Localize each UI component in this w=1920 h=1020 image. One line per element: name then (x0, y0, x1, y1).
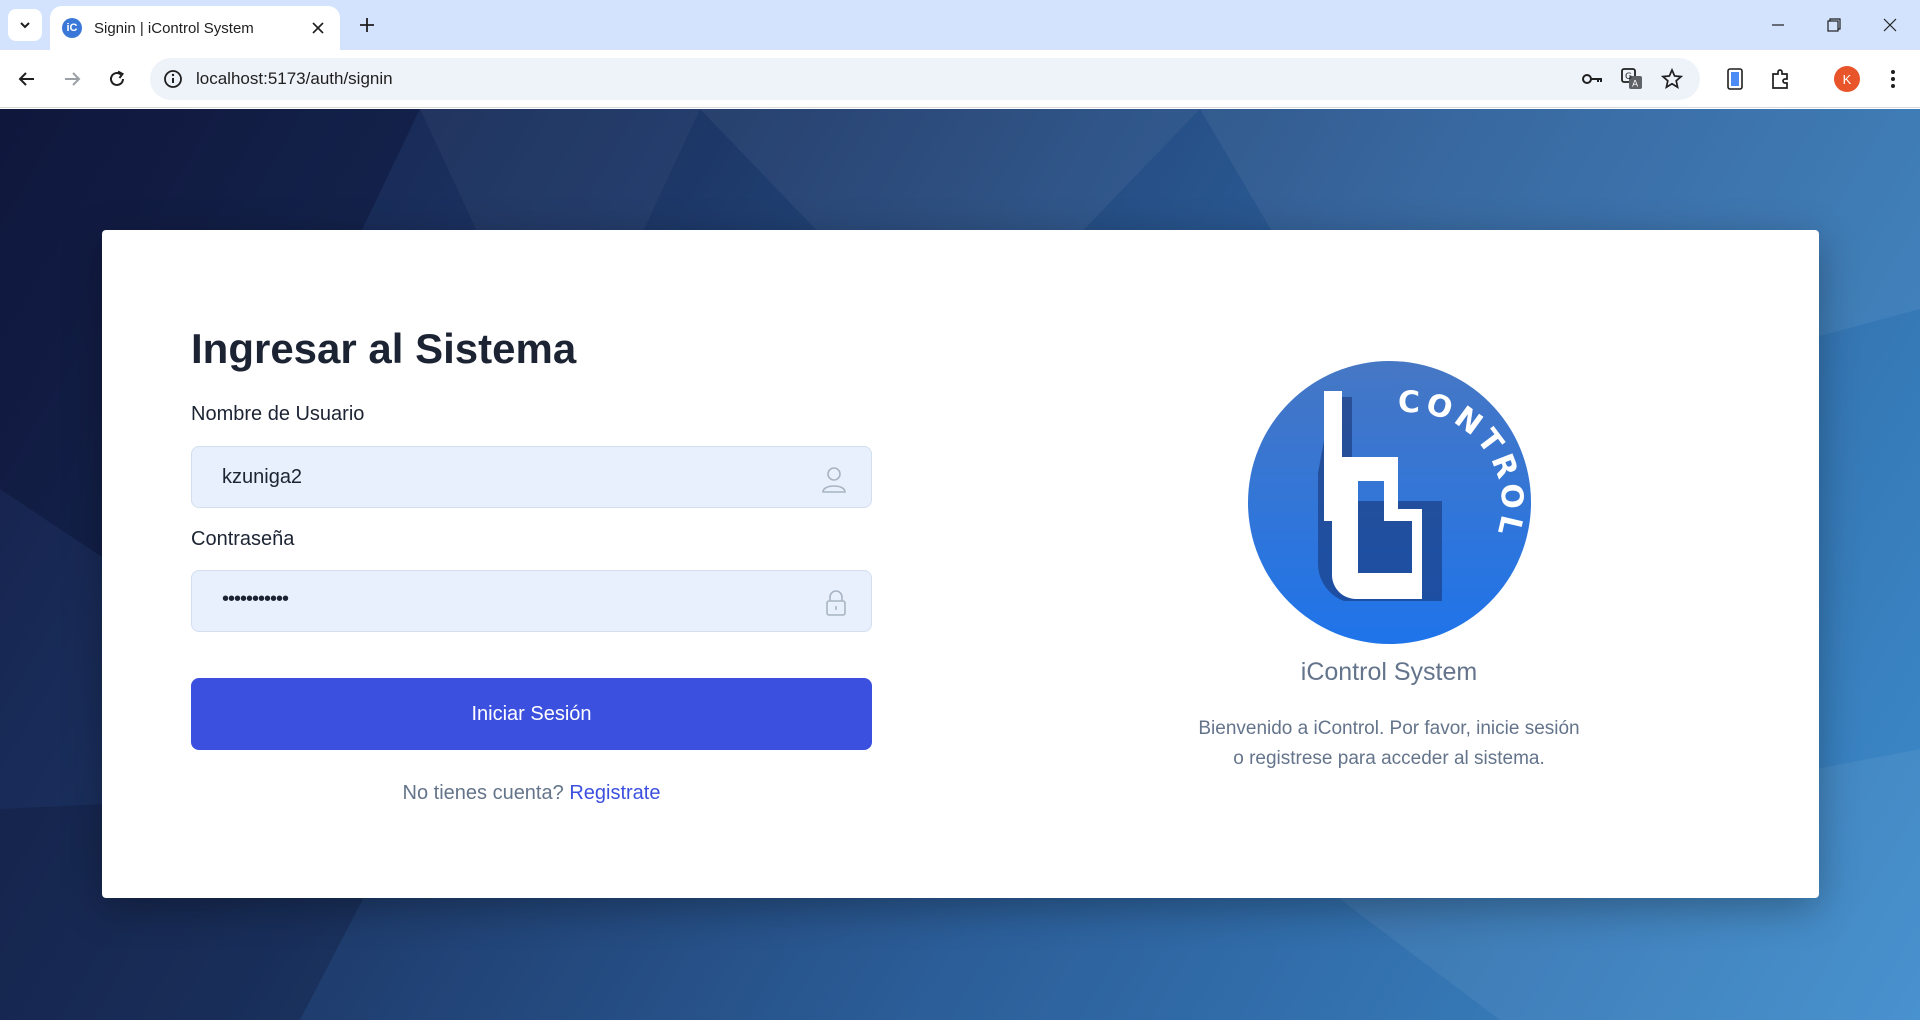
translate-button[interactable]: GA (1620, 67, 1644, 91)
phone-icon (1727, 68, 1743, 90)
back-button[interactable] (10, 62, 44, 96)
tab-close-button[interactable] (308, 18, 328, 39)
plus-icon (360, 18, 374, 32)
welcome-line-1: Bienvenido a iControl. Por favor, inicie… (1198, 718, 1580, 739)
tab-search-button[interactable] (8, 9, 42, 41)
lock-icon (826, 590, 846, 616)
browser-toolbar: localhost:5173/auth/signin GA K (0, 50, 1920, 108)
close-icon (1883, 18, 1897, 32)
new-tab-button[interactable] (352, 10, 382, 40)
favicon-icon: iC (62, 18, 82, 38)
browser-menu-button[interactable] (1880, 66, 1906, 92)
arrow-right-icon (65, 72, 81, 86)
close-window-button[interactable] (1862, 0, 1918, 50)
no-account-text: No tienes cuenta? (402, 782, 564, 804)
username-input[interactable]: kzuniga2 (191, 446, 872, 508)
forward-button[interactable] (55, 62, 89, 96)
extensions-button[interactable] (1768, 66, 1794, 92)
address-bar[interactable]: localhost:5173/auth/signin GA (150, 58, 1700, 100)
reload-icon (110, 70, 124, 86)
side-panel-button[interactable] (1722, 66, 1748, 92)
register-link[interactable]: Registrate (569, 782, 660, 804)
signin-button[interactable]: Iniciar Sesión (191, 678, 872, 750)
puzzle-icon (1772, 69, 1788, 89)
restore-icon (1827, 18, 1841, 32)
welcome-line-2: o registrese para acceder al sistema. (1233, 748, 1545, 769)
translate-icon: GA (1621, 68, 1642, 90)
password-label: Contraseña (191, 528, 295, 550)
arrow-left-icon (18, 72, 34, 86)
icontrol-logo: CONTROL (1248, 361, 1531, 644)
username-label: Nombre de Usuario (191, 403, 365, 425)
chevron-down-icon (20, 22, 30, 29)
page-title: Ingresar al Sistema (191, 325, 577, 372)
bookmark-button[interactable] (1660, 67, 1684, 91)
reload-button[interactable] (100, 62, 134, 96)
tab-title: Signin | iControl System (94, 19, 254, 37)
app-name: iControl System (1300, 658, 1478, 686)
restore-button[interactable] (1806, 0, 1862, 50)
site-info-icon[interactable] (162, 68, 184, 95)
page-background: Ingresar al Sistema Nombre de Usuario kz… (0, 109, 1920, 1020)
password-input[interactable]: ••••••••••• (191, 570, 872, 632)
user-icon (822, 467, 846, 493)
url-text[interactable]: localhost:5173/auth/signin (196, 69, 393, 89)
star-icon (1661, 68, 1683, 89)
svg-text:A: A (1632, 80, 1639, 90)
minimize-icon (1772, 24, 1784, 26)
browser-tab[interactable]: iC Signin | iControl System (50, 6, 340, 50)
key-icon (1582, 74, 1602, 84)
more-vert-icon (1891, 70, 1895, 88)
signup-prompt: No tienes cuenta? Registrate (191, 782, 872, 805)
minimize-button[interactable] (1750, 0, 1806, 50)
svg-text:G: G (1625, 72, 1632, 82)
password-key-button[interactable] (1580, 67, 1604, 91)
profile-avatar[interactable]: K (1834, 66, 1860, 92)
close-icon (312, 21, 324, 34)
username-value: kzuniga2 (222, 466, 303, 488)
welcome-message: Bienvenido a iControl. Por favor, inicie… (1139, 714, 1639, 774)
info-icon (164, 70, 182, 88)
password-value: ••••••••••• (222, 588, 289, 610)
tab-strip: iC Signin | iControl System (0, 0, 1920, 50)
signin-card: Ingresar al Sistema Nombre de Usuario kz… (102, 230, 1819, 898)
